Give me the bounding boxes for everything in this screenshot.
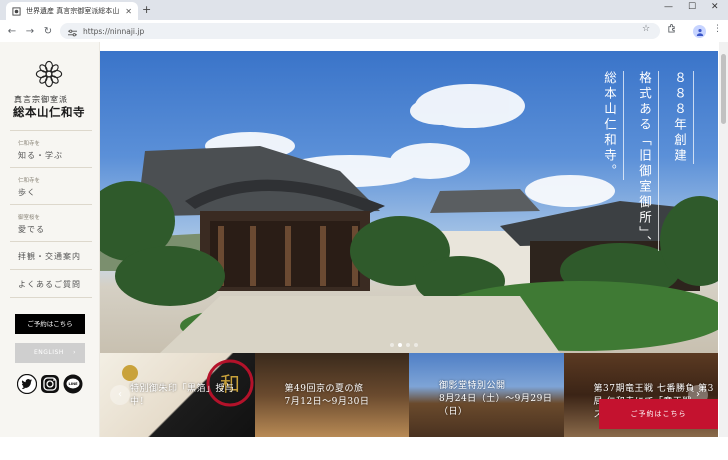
menu-label: 歩く (18, 188, 36, 197)
news-card-line: 7月12日～9月30日 (284, 397, 370, 407)
news-card-line: 8月24日（土）～9月29日 (439, 394, 553, 404)
web-page: 真言宗御室派 総本山仁和寺 仁和寺を 知る・学ぶ 仁和寺を 歩く 御室桜を 愛で… (0, 42, 728, 460)
new-tab-button[interactable]: + (142, 3, 151, 17)
address-bar[interactable]: https://ninnaji.jp (60, 23, 660, 39)
bookmark-star-icon[interactable]: ☆ (642, 24, 650, 34)
news-card-mieido[interactable]: 御影堂特別公開 8月24日（土）～9月29日 （日） (409, 353, 564, 437)
menu-label: よくあるご質問 (18, 280, 81, 289)
temple-name[interactable]: 総本山仁和寺 (13, 104, 85, 120)
news-card-summer-trip[interactable]: 第49回京の夏の旅 7月12日～9月30日 (254, 353, 409, 437)
forward-arrow-icon[interactable]: → (21, 26, 39, 37)
news-card-line: （日） (439, 407, 468, 417)
news-card-text: 御影堂特別公開 8月24日（土）～9月29日 （日） (439, 380, 552, 419)
hero-tagline-line-2: 格式ある「旧御室御所」、 (635, 71, 659, 251)
browser-toolbar: ← → ↻ https://ninnaji.jp ☆ ⋮ (0, 20, 728, 42)
line-app-icon[interactable]: LINE (63, 374, 83, 394)
page-scrollbar[interactable] (719, 42, 728, 437)
news-card-line: 中！ (130, 397, 150, 407)
temple-crest-logo-icon[interactable] (35, 60, 63, 88)
more-menu-icon[interactable]: ⋮ (713, 24, 722, 34)
menu-label: 拝観・交通案内 (18, 252, 81, 261)
maximize-button[interactable]: ☐ (688, 2, 696, 12)
hero-tagline-line-3: 総本山仁和寺。 (600, 71, 624, 180)
back-arrow-icon[interactable]: ← (3, 26, 21, 37)
site-info-icon[interactable] (68, 22, 77, 41)
english-label: ENGLISH (34, 349, 64, 356)
news-card-text: 特別御朱印「黒箔」授与 中！ (130, 383, 235, 409)
english-button[interactable]: ENGLISH › (15, 343, 85, 363)
slide-dot[interactable] (406, 343, 410, 347)
slide-dot[interactable] (414, 343, 418, 347)
chevron-right-icon: › (73, 349, 76, 356)
news-card-text: 第49回京の夏の旅 7月12日～9月30日 (285, 383, 370, 409)
minimize-button[interactable]: — (664, 2, 673, 12)
news-card-line: 御影堂特別公開 (439, 381, 506, 391)
hero-tagline-line-1: ８８８年創建 (670, 71, 694, 164)
hero-slideshow[interactable]: ８８８年創建 格式ある「旧御室御所」、 総本山仁和寺。 (100, 51, 718, 353)
extensions-icon[interactable] (667, 24, 676, 36)
sidebar-item-walk[interactable]: 仁和寺を 歩く (10, 168, 92, 205)
tab-strip: 世界遺産 真言宗御室派総本山… ✕ + — ☐ ✕ (0, 0, 728, 20)
reserve-button[interactable]: ご予約はこちら (15, 314, 85, 334)
news-card-line: 第49回京の夏の旅 (284, 384, 364, 394)
slide-dot[interactable] (390, 343, 394, 347)
sidebar-nav: 仁和寺を 知る・学ぶ 仁和寺を 歩く 御室桜を 愛でる 拝観・交通案内 よくある… (10, 130, 92, 298)
menu-label: 愛でる (18, 225, 45, 234)
sidebar: 真言宗御室派 総本山仁和寺 仁和寺を 知る・学ぶ 仁和寺を 歩く 御室桜を 愛で… (0, 42, 100, 437)
menu-label: 知る・学ぶ (18, 151, 63, 160)
site-favicon-icon (12, 6, 21, 16)
menu-sub-label: 御室桜を (18, 215, 41, 221)
sidebar-item-learn[interactable]: 仁和寺を 知る・学ぶ (10, 131, 92, 168)
slide-dot-active[interactable] (398, 343, 402, 347)
url-text: https://ninnaji.jp (83, 26, 145, 36)
close-window-button[interactable]: ✕ (711, 2, 719, 12)
sidebar-item-access[interactable]: 拝観・交通案内 (10, 242, 92, 270)
profile-avatar-icon[interactable] (693, 25, 706, 38)
x-twitter-icon[interactable] (17, 374, 37, 394)
slide-indicator (390, 343, 418, 347)
hero-temple-photo (100, 84, 718, 353)
floating-reserve-button[interactable]: ご予約はこちら (599, 399, 718, 429)
tab-close-icon[interactable]: ✕ (125, 7, 132, 16)
instagram-icon[interactable] (40, 374, 60, 394)
menu-sub-label: 仁和寺を (18, 141, 41, 147)
reload-icon[interactable]: ↻ (39, 26, 57, 37)
sidebar-item-faq[interactable]: よくあるご質問 (10, 270, 92, 298)
browser-tab[interactable]: 世界遺産 真言宗御室派総本山… ✕ (6, 2, 138, 20)
sidebar-item-cherry-blossom[interactable]: 御室桜を 愛でる (10, 205, 92, 242)
scrollbar-thumb[interactable] (721, 54, 726, 124)
news-card-line: 特別御朱印「黒箔」授与 (130, 384, 235, 394)
carousel-prev-button[interactable]: ‹ (110, 385, 130, 405)
page-bottom-area (0, 437, 728, 460)
menu-sub-label: 仁和寺を (18, 178, 41, 184)
line-icon-label: LINE (68, 382, 78, 386)
tab-title: 世界遺産 真言宗御室派総本山… (26, 7, 121, 15)
